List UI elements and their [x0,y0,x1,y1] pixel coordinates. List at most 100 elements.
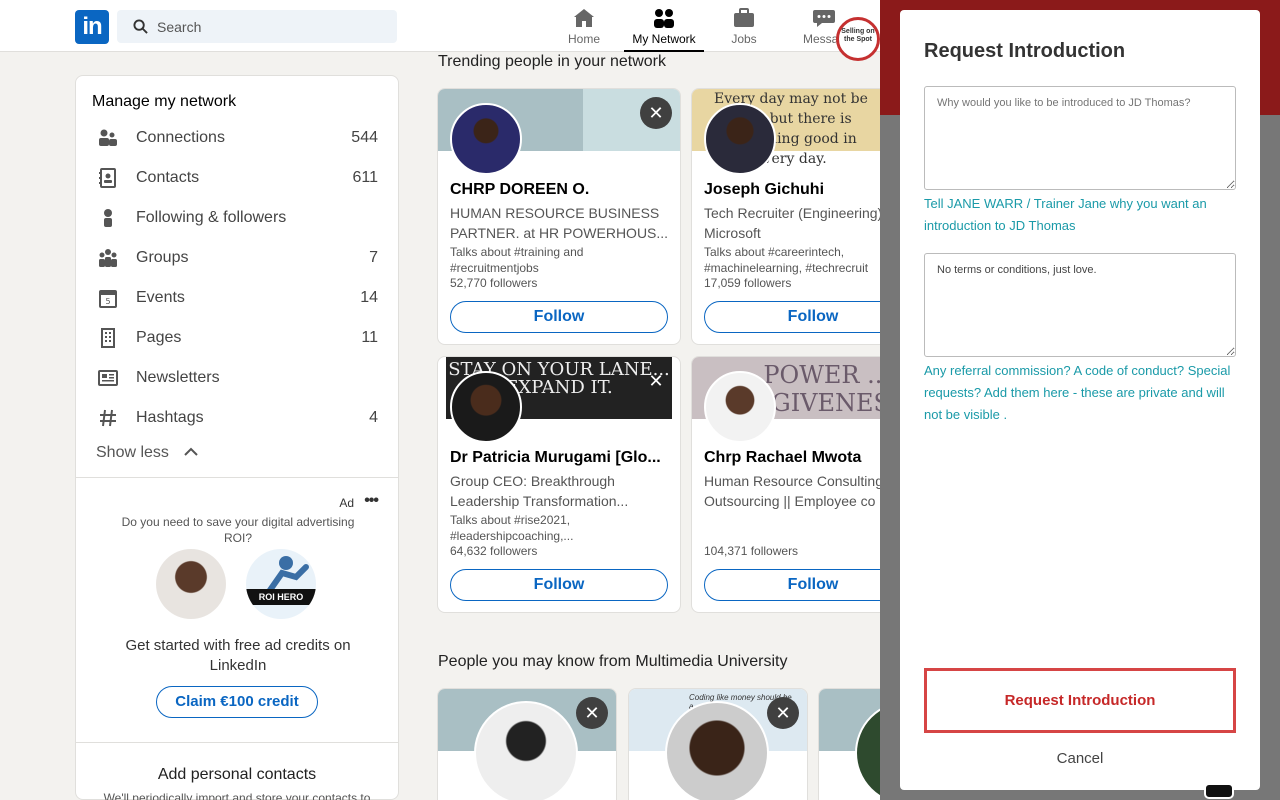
sidebar-item-following[interactable]: Following & followers [96,206,380,230]
manage-network-title: Manage my network [92,93,237,110]
selling-on-the-spot-badge[interactable]: Selling on the Spot [836,17,880,61]
avatar[interactable] [474,701,578,800]
dismiss-icon[interactable]: ✕ [576,697,608,729]
sidebar-item-contacts[interactable]: Contacts 611 [96,166,380,190]
terms-hint: Any referral commission? A code of condu… [924,363,1231,422]
request-introduction-button[interactable]: Request Introduction [924,668,1236,733]
sidebar-item-pages[interactable]: Pages 11 [96,326,380,350]
person-headline: Human Resource Consulting Outsourcing ||… [704,473,883,509]
divider [76,742,398,743]
nav-jobs[interactable]: Jobs [704,6,784,52]
person-headline: Group CEO: Breakthrough Leadership Trans… [450,473,629,509]
sidebar-item-count: 544 [351,129,378,146]
more-options-icon[interactable]: ••• [364,492,379,510]
person-card[interactable]: Every day may not be good but there is s… [691,88,891,345]
ad-brand-ribbon: ROI HERO [246,589,316,605]
search-box[interactable]: Search [117,10,397,43]
show-less-button[interactable]: Show less [96,444,199,462]
sidebar-item-label: Following & followers [136,209,287,226]
svg-text:5: 5 [105,297,110,306]
sidebar-item-count: 11 [361,329,378,346]
sidebar-item-count: 14 [360,289,378,306]
avatar[interactable] [665,701,769,800]
person-card[interactable]: Coding like money should be a... ✕ [628,688,808,800]
person-topics: Talks about #careerintech, #machinelearn… [704,245,869,275]
person-topics: Talks about #rise2021, #leadershipcoachi… [450,513,574,543]
person-icon [104,209,112,227]
avatar[interactable] [450,103,522,175]
person-card[interactable]: STAY ON YOUR LANE... EXPAND IT. ✕ Dr Pat… [437,356,681,613]
nav-my-network-label: My Network [632,32,696,46]
connections-icon [99,129,117,146]
claim-credit-button[interactable]: Claim €100 credit [156,686,318,718]
floating-widget-icon[interactable] [1204,783,1234,799]
introduction-reason-field[interactable] [924,86,1236,190]
sidebar-item-newsletters[interactable]: Newsletters [96,366,380,390]
nav-my-network[interactable]: My Network [624,6,704,52]
dialog-title: Request Introduction [924,40,1126,62]
person-name[interactable]: Chrp Rachael Mwota [704,449,861,467]
divider [76,477,398,478]
linkedin-logo[interactable]: in [75,10,109,44]
manage-network-card: Manage my network Connections 544 Contac… [75,75,399,800]
network-icon [654,9,674,28]
person-card[interactable]: ✕ [437,688,617,800]
nav-home[interactable]: Home [544,6,624,52]
sidebar-item-label: Newsletters [136,369,220,386]
dismiss-icon[interactable]: ✕ [767,697,799,729]
person-topics: Talks about #training and #recruitmentjo… [450,245,584,275]
follow-button[interactable]: Follow [704,569,890,601]
sidebar-item-connections[interactable]: Connections 544 [96,126,380,150]
jobs-icon [734,8,754,27]
terms-field[interactable]: No terms or conditions, just love. [924,253,1236,357]
follower-count: 104,371 followers [704,544,799,558]
sidebar-item-label: Connections [136,129,225,146]
sidebar-item-label: Pages [136,329,182,346]
show-less-label: Show less [96,444,169,461]
person-name[interactable]: Dr Patricia Murugami [Glo... [450,449,661,467]
person-name[interactable]: CHRP DOREEN O. [450,181,589,199]
request-introduction-dialog: Request Introduction Tell JANE WARR / Tr… [900,10,1260,790]
sidebar-item-count: 611 [352,169,378,186]
avatar[interactable] [704,371,776,443]
follower-count: 64,632 followers [450,544,538,558]
sidebar-item-count: 7 [369,249,378,266]
chevron-up-icon [184,447,199,456]
avatar[interactable] [704,103,776,175]
cancel-button[interactable]: Cancel [924,750,1236,767]
follow-button[interactable]: Follow [450,301,668,333]
add-contacts-title: Add personal contacts [157,766,317,783]
sidebar-item-events[interactable]: 5 Events 14 [96,286,380,310]
building-icon [101,328,115,348]
nav-home-label: Home [567,32,600,46]
sidebar-item-label: Groups [136,249,189,266]
sidebar-item-label: Contacts [136,169,200,186]
follower-count: 17,059 followers [704,276,792,290]
sidebar-item-groups[interactable]: Groups 7 [96,246,380,270]
person-headline: HUMAN RESOURCE BUSINESS PARTNER. at HR P… [450,205,669,241]
dismiss-icon[interactable]: ✕ [640,97,672,129]
avatar[interactable] [450,371,522,443]
person-name[interactable]: Joseph Gichuhi [704,181,824,199]
sidebar-item-label: Hashtags [136,409,204,426]
sidebar-item-count: 4 [369,409,378,426]
sidebar-item-hashtags[interactable]: Hashtags 4 [96,406,380,430]
sidebar-item-label: Events [136,289,185,306]
search-icon [133,19,148,34]
follow-button[interactable]: Follow [450,569,668,601]
ad-message: Get started with free ad credits on Link… [125,637,351,674]
contacts-icon [99,168,116,188]
home-icon [574,9,594,27]
person-card[interactable]: ✕ CHRP DOREEN O. HUMAN RESOURCE BUSINESS… [437,88,681,345]
ad-label: Ad [339,496,354,510]
introduction-reason-hint: Tell JANE WARR / Trainer Jane why you wa… [924,196,1207,233]
ad-user-avatar [156,549,226,619]
dismiss-icon[interactable]: ✕ [640,365,672,397]
ad-question: Do you need to save your digital adverti… [121,515,355,545]
follow-button[interactable]: Follow [704,301,890,333]
follower-count: 52,770 followers [450,276,538,290]
newspaper-icon [98,370,118,386]
add-contacts-subtitle: We'll periodically import and store your… [103,791,371,800]
university-section-title: People you may know from Multimedia Univ… [438,653,788,670]
person-card[interactable]: POWER ... RGIVENES Chrp Rachael Mwota Hu… [691,356,891,613]
